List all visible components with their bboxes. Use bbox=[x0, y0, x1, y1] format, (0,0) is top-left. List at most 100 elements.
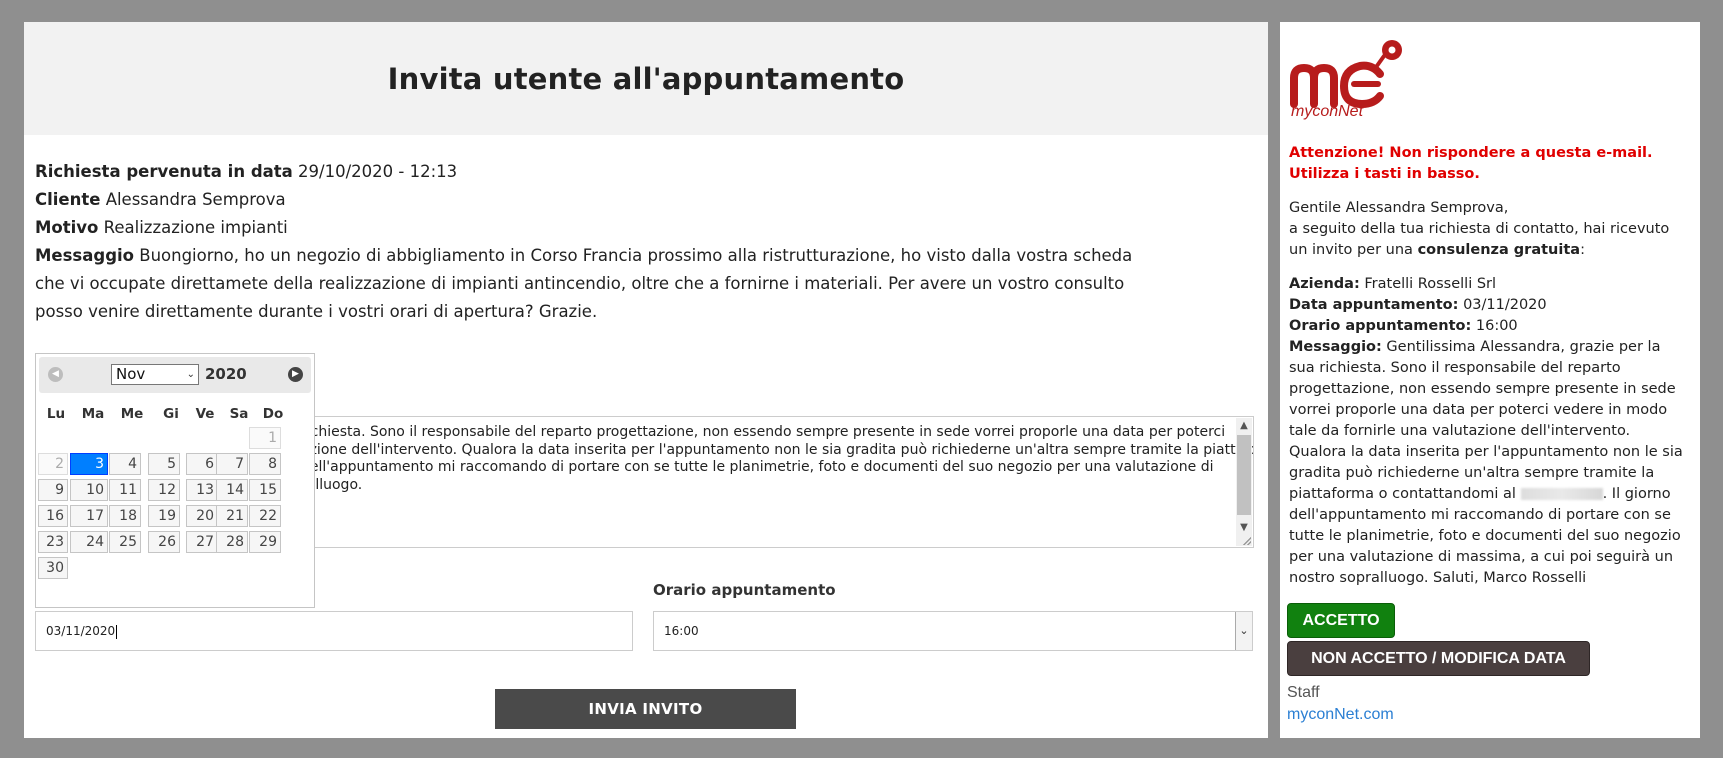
weekday-label: Do bbox=[262, 406, 284, 422]
calendar-day[interactable]: 16 bbox=[38, 505, 68, 527]
calendar-day[interactable]: 10 bbox=[70, 479, 108, 501]
calendar-day[interactable]: 15 bbox=[249, 479, 281, 501]
staff-label: Staff bbox=[1287, 684, 1320, 701]
resize-handle-icon[interactable] bbox=[1243, 537, 1251, 545]
company-value: Fratelli Rosselli Srl bbox=[1364, 276, 1497, 292]
email-body: Gentile Alessandra Semprova, a seguito d… bbox=[1289, 198, 1689, 589]
reason-value: Realizzazione impianti bbox=[103, 218, 288, 237]
date-input-value: 03/11/2020 bbox=[46, 624, 116, 638]
request-date-label: Richiesta pervenuta in data bbox=[35, 162, 293, 181]
calendar-day[interactable]: 11 bbox=[109, 479, 141, 501]
request-date-value: 29/10/2020 - 12:13 bbox=[298, 162, 458, 181]
calendar-day[interactable]: 8 bbox=[249, 453, 281, 475]
month-select[interactable]: Nov ⌄ bbox=[111, 364, 199, 385]
weekday-label: Ve bbox=[195, 406, 215, 422]
calendar-day[interactable]: 7 bbox=[216, 453, 248, 475]
message-row: Messaggio: Gentilissima Alessandra, graz… bbox=[1289, 337, 1689, 589]
greeting: Gentile Alessandra Semprova, bbox=[1289, 200, 1509, 216]
weekday-label: Ma bbox=[81, 406, 105, 422]
weekday-label: Sa bbox=[229, 406, 249, 422]
company-row: Azienda: Fratelli Rosselli Srl bbox=[1289, 274, 1689, 295]
scroll-down-icon[interactable]: ▼ bbox=[1236, 520, 1252, 536]
calendar-day[interactable]: 23 bbox=[38, 531, 68, 553]
calendar-day[interactable]: 30 bbox=[38, 557, 68, 579]
calendar-day[interactable]: 6 bbox=[186, 453, 218, 475]
calendar-day[interactable]: 29 bbox=[249, 531, 281, 553]
scrollbar-thumb[interactable] bbox=[1237, 435, 1251, 515]
calendar-day[interactable]: 17 bbox=[70, 505, 108, 527]
date-value: 03/11/2020 bbox=[1463, 297, 1547, 313]
email-preview: myconNet Attenzione! Non rispondere a qu… bbox=[1280, 22, 1700, 738]
calendar-day: 2 bbox=[38, 453, 68, 475]
calendar-day: 1 bbox=[249, 427, 281, 449]
weekday-label: Gi bbox=[163, 406, 179, 422]
page-title: Invita utente all'appuntamento bbox=[387, 61, 905, 96]
message-row: Messaggio Buongiorno, ho un negozio di a… bbox=[35, 242, 1145, 326]
message-value: Buongiorno, ho un negozio di abbigliamen… bbox=[35, 246, 1133, 321]
calendar-day[interactable]: 14 bbox=[216, 479, 248, 501]
decline-button[interactable]: NON ACCETTO / MODIFICA DATA bbox=[1287, 641, 1590, 676]
client-value: Alessandra Semprova bbox=[105, 190, 286, 209]
calendar-day[interactable]: 27 bbox=[186, 531, 218, 553]
reason-label: Motivo bbox=[35, 218, 99, 237]
calendar-day[interactable]: 9 bbox=[38, 479, 68, 501]
datepicker: ◀ Nov ⌄ 2020 ▶ Lu Ma Me Gi Ve Sa Do 1234567891… bbox=[35, 353, 315, 608]
intro-bold: consulenza gratuita bbox=[1417, 242, 1581, 258]
warning-text: Attenzione! Non rispondere a questa e-ma… bbox=[1289, 145, 1653, 182]
calendar-day[interactable]: 19 bbox=[148, 505, 180, 527]
chevron-down-icon: ⌄ bbox=[186, 369, 195, 380]
text-caret bbox=[116, 624, 118, 639]
weekday-label: Lu bbox=[46, 406, 66, 422]
client-row: Cliente Alessandra Semprova bbox=[35, 186, 1268, 214]
calendar-day[interactable]: 25 bbox=[109, 531, 141, 553]
date-row: Data appuntamento: 03/11/2020 bbox=[1289, 295, 1689, 316]
next-month-icon[interactable]: ▶ bbox=[288, 367, 303, 382]
calendar-day[interactable]: 18 bbox=[109, 505, 141, 527]
scroll-up-icon[interactable]: ▲ bbox=[1236, 418, 1252, 434]
month-select-value: Nov bbox=[116, 365, 146, 383]
calendar-day[interactable]: 22 bbox=[249, 505, 281, 527]
prev-month-icon[interactable]: ◀ bbox=[48, 367, 63, 382]
textarea-scrollbar[interactable]: ▲ ▼ bbox=[1236, 418, 1252, 546]
chevron-down-icon[interactable]: ⌄ bbox=[1235, 612, 1252, 650]
company-label: Azienda: bbox=[1289, 276, 1360, 292]
time-label: Orario appuntamento bbox=[653, 581, 836, 599]
logo-text: myconNet bbox=[1291, 103, 1364, 120]
calendar-day[interactable]: 28 bbox=[216, 531, 248, 553]
page-header: Invita utente all'appuntamento bbox=[24, 22, 1268, 135]
calendar-day[interactable]: 24 bbox=[70, 531, 108, 553]
client-label: Cliente bbox=[35, 190, 101, 209]
calendar-day[interactable]: 20 bbox=[186, 505, 218, 527]
calendar-day[interactable]: 21 bbox=[216, 505, 248, 527]
calendar-day[interactable]: 5 bbox=[148, 453, 180, 475]
redacted-phone bbox=[1520, 488, 1603, 500]
year-label: 2020 bbox=[205, 365, 247, 383]
send-invite-button[interactable]: INVIA INVITO bbox=[495, 689, 796, 729]
date-label: Data appuntamento: bbox=[1289, 297, 1459, 313]
myconnet-logo-icon bbox=[1290, 40, 1402, 109]
time-select[interactable]: 16:00 ⌄ bbox=[653, 611, 1253, 651]
request-info: Richiesta pervenuta in data 29/10/2020 -… bbox=[35, 158, 1268, 326]
message-label: Messaggio: bbox=[1289, 339, 1382, 355]
reason-row: Motivo Realizzazione impianti bbox=[35, 214, 1268, 242]
time-label: Orario appuntamento: bbox=[1289, 318, 1472, 334]
message-label: Messaggio bbox=[35, 246, 134, 265]
date-input[interactable]: 03/11/2020 bbox=[35, 611, 633, 651]
calendar-day[interactable]: 12 bbox=[148, 479, 180, 501]
calendar-day[interactable]: 13 bbox=[186, 479, 218, 501]
accept-button[interactable]: ACCETTO bbox=[1287, 603, 1395, 638]
datepicker-header: ◀ Nov ⌄ 2020 ▶ bbox=[39, 357, 311, 393]
calendar-day[interactable]: 4 bbox=[109, 453, 141, 475]
intro-text: a seguito della tua richiesta di contatt… bbox=[1289, 219, 1689, 261]
time-select-value: 16:00 bbox=[664, 624, 699, 638]
message-text: Gentilissima Alessandra, grazie per la s… bbox=[1289, 339, 1683, 502]
intro-end: : bbox=[1580, 242, 1585, 258]
calendar-day[interactable]: 26 bbox=[148, 531, 180, 553]
weekday-label: Me bbox=[120, 406, 144, 422]
calendar-day[interactable]: 3 bbox=[70, 453, 108, 475]
site-link[interactable]: myconNet.com bbox=[1287, 706, 1394, 724]
time-value: 16:00 bbox=[1475, 318, 1518, 334]
request-date-row: Richiesta pervenuta in data 29/10/2020 -… bbox=[35, 158, 1268, 186]
time-row: Orario appuntamento: 16:00 bbox=[1289, 316, 1689, 337]
